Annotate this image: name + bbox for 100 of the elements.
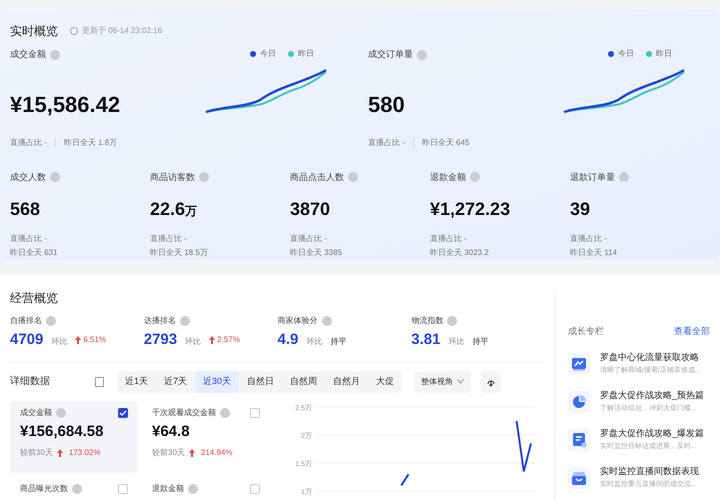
help-icon: [220, 408, 230, 418]
yesterday-text: 昨日全天 645: [422, 136, 470, 148]
help-icon: [72, 484, 82, 494]
card-value: ¥156,684.58: [20, 422, 104, 442]
card-label: 成交金额: [20, 406, 66, 418]
metric-label: 商品点击人数: [290, 170, 430, 184]
pie-chart-icon: [568, 390, 590, 412]
yesterday-text: 昨日全天 18.5万: [150, 247, 209, 259]
yesterday-text: 昨日全天 3385: [290, 247, 344, 259]
date-tab[interactable]: 近30天: [195, 370, 240, 392]
help-icon: [447, 316, 458, 326]
document-icon: [568, 428, 590, 450]
compare-label: 环比: [51, 336, 68, 348]
section-title: 实时概览: [10, 23, 58, 40]
compare-label: 环比: [306, 336, 322, 348]
live-share-text: 直播占比 -: [570, 233, 608, 245]
rank-label: 物流指数: [411, 315, 545, 327]
help-icon: [50, 172, 60, 182]
card-value: ¥64.8: [152, 422, 191, 442]
help-icon: [348, 172, 358, 182]
card-label: 退款金额: [152, 482, 198, 494]
growth-title: 成长专栏: [568, 325, 604, 338]
date-tab[interactable]: 近1天: [117, 370, 156, 392]
metric-value: 22.6: [150, 198, 186, 221]
date-tab[interactable]: 近7天: [156, 370, 196, 392]
article-title[interactable]: 罗盘大促作战攻略_预热篇: [600, 388, 704, 402]
clock-icon: [70, 27, 78, 35]
metric-label: 退款订单量: [570, 170, 710, 184]
help-icon: [180, 316, 190, 326]
compare-label: 环比: [448, 336, 464, 348]
metric-card[interactable]: 成交金额 ¥156,684.58 较前30天 173.02%: [10, 400, 138, 472]
metric-label: 退款金额: [430, 170, 570, 184]
change-value: 173.02%: [68, 447, 100, 459]
yesterday-text: 昨日全天 1.8万: [64, 136, 118, 148]
metric-value: ¥1,272.23: [430, 198, 510, 221]
checkbox[interactable]: [118, 408, 128, 418]
help-icon: [188, 484, 198, 494]
help-icon: [46, 316, 56, 326]
compare-label: 环比: [185, 336, 202, 348]
compare-label: 较前30天: [20, 447, 53, 459]
date-tab[interactable]: 自然日: [239, 370, 282, 392]
help-icon: [322, 316, 332, 326]
rank-value: 4.9: [278, 330, 298, 350]
download-button[interactable]: [481, 370, 502, 392]
yesterday-text: 昨日全天 114: [570, 247, 618, 259]
checkbox[interactable]: [250, 408, 260, 418]
rank-value: 3.81: [411, 330, 440, 350]
date-tab[interactable]: 自然周: [282, 370, 326, 392]
yesterday-text: 昨日全天 3023.2: [430, 247, 490, 259]
help-icon: [470, 172, 480, 182]
rank-value: 4709: [10, 330, 44, 350]
view-all-link[interactable]: 查看全部: [674, 325, 710, 338]
date-tab[interactable]: 大促: [368, 370, 402, 392]
rank-label: 自播排名: [10, 315, 144, 327]
change-value: 6.51%: [83, 334, 106, 346]
date-tab[interactable]: 自然月: [325, 370, 368, 392]
help-icon: [199, 172, 209, 182]
help-icon: [56, 408, 66, 418]
line-chart-icon: [568, 352, 590, 374]
card-label: 千次观看成交金额: [152, 406, 230, 418]
legend-label: 昨日: [298, 48, 314, 60]
metric-label: 成交人数: [10, 170, 150, 184]
help-icon: [50, 50, 60, 60]
chevron-down-icon: [457, 379, 464, 384]
help-icon: [417, 50, 427, 60]
update-time: 更新于 06-14 23:02:16: [82, 25, 162, 37]
metric-label: 成交金额: [10, 48, 120, 62]
checkbox[interactable]: [250, 484, 260, 494]
legend-label: 今日: [260, 48, 276, 60]
section-title: 经营概览: [10, 290, 59, 307]
live-share-text: 直播占比 -: [10, 233, 48, 245]
metric-value: ¥15,586.42: [10, 90, 120, 118]
detail-title: 详细数据: [10, 374, 51, 389]
rank-label: 达播排名: [144, 315, 278, 327]
metric-label: 商品访客数: [150, 170, 290, 184]
view-select[interactable]: 整体视角: [414, 370, 472, 392]
calendar-icon: [95, 376, 104, 386]
live-share-text: 直播占比 -: [430, 233, 468, 245]
checkbox[interactable]: [118, 484, 128, 494]
change-value: 2.57%: [217, 334, 240, 346]
change-value: 214.94%: [200, 447, 232, 459]
article-title[interactable]: 罗盘中心化流量获取攻略: [600, 350, 701, 364]
legend-label: 昨日: [656, 48, 672, 60]
article-title[interactable]: 罗盘大促作战攻略_爆发篇: [600, 426, 704, 440]
yesterday-text: 昨日全天 631: [10, 247, 59, 259]
metric-unit: 万: [185, 203, 198, 220]
change-value: 持平: [330, 336, 346, 348]
metric-value: 568: [10, 198, 40, 221]
live-share-text: 直播占比 -: [368, 136, 405, 148]
metric-label: 成交订单量: [368, 48, 470, 62]
basket-icon: [568, 466, 590, 488]
compare-label: 较前30天: [152, 447, 185, 459]
live-share-text: 直播占比 -: [150, 233, 188, 245]
help-icon: [619, 172, 629, 182]
live-share-text: 直播占比 -: [290, 233, 328, 245]
article-title[interactable]: 实时监控直播间数据表现: [600, 464, 699, 478]
metric-value: 580: [368, 90, 406, 118]
metric-value: 3870: [290, 198, 330, 221]
legend-label: 今日: [618, 48, 634, 60]
rank-label: 商家体验分: [278, 315, 412, 327]
